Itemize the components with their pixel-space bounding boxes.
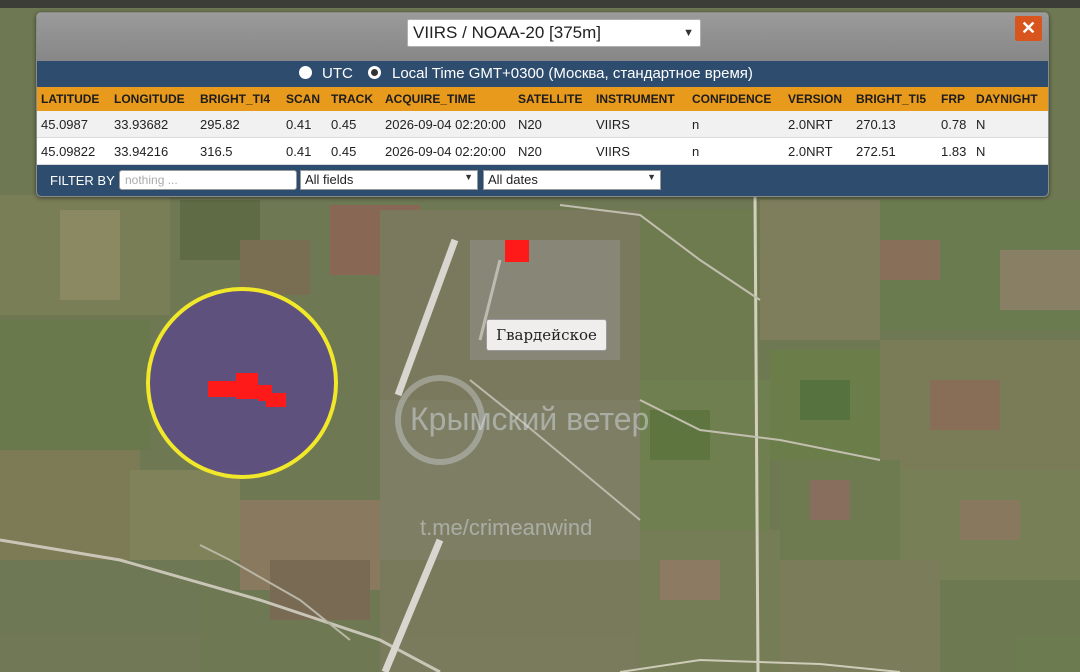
cell-confidence: n [692, 117, 700, 132]
watermark-url: t.me/crimeanwind [420, 515, 592, 540]
filter-bar: FILTER BY nothing ... All fields ▼ All d… [37, 165, 1048, 196]
table-row[interactable]: 45.09822 33.94216 316.5 0.41 0.45 2026-0… [37, 138, 1048, 165]
cell-daynight: N [976, 144, 986, 159]
cell-acquire-time: 2026-09-04 02:20:00 [385, 144, 506, 159]
cell-instrument: VIIRS [596, 144, 630, 159]
cell-confidence: n [692, 144, 700, 159]
cell-longitude: 33.94216 [114, 144, 169, 159]
col-acquire-time[interactable]: ACQUIRE_TIME [385, 92, 476, 106]
cell-satellite: N20 [518, 117, 542, 132]
cell-version: 2.0NRT [788, 144, 833, 159]
table-header: LATITUDE LONGITUDE BRIGHT_TI4 SCAN TRACK… [37, 87, 1048, 111]
col-instrument[interactable]: INSTRUMENT [596, 92, 675, 106]
local-time-radio[interactable] [368, 66, 381, 79]
cell-bright-ti4: 295.82 [200, 117, 240, 132]
cell-bright-ti5: 272.51 [856, 144, 896, 159]
col-confidence[interactable]: CONFIDENCE [692, 92, 771, 106]
cell-instrument: VIIRS [596, 117, 630, 132]
table-row[interactable]: 45.0987 33.93682 295.82 0.41 0.45 2026-0… [37, 111, 1048, 138]
place-label: Гвардейское [486, 319, 607, 351]
chevron-down-icon: ▼ [464, 172, 473, 182]
watermark-text: Крымский ветер [410, 401, 649, 437]
col-bright-ti4[interactable]: BRIGHT_TI4 [200, 92, 270, 106]
cell-bright-ti5: 270.13 [856, 117, 896, 132]
col-scan[interactable]: SCAN [286, 92, 320, 106]
cell-daynight: N [976, 117, 986, 132]
filter-input[interactable]: nothing ... [119, 170, 297, 190]
cell-scan: 0.41 [286, 144, 312, 159]
utc-label: UTC [322, 65, 353, 82]
filter-label: FILTER BY [50, 173, 115, 188]
cell-longitude: 33.93682 [114, 117, 169, 132]
panel-header: VIIRS / NOAA-20 [375m] ▼ ✕ [37, 13, 1048, 61]
layer-select[interactable]: VIIRS / NOAA-20 [375m] ▼ [407, 19, 701, 47]
cell-bright-ti4: 316.5 [200, 144, 233, 159]
utc-radio[interactable] [299, 66, 312, 79]
cell-version: 2.0NRT [788, 117, 833, 132]
col-latitude[interactable]: LATITUDE [41, 92, 99, 106]
close-icon: ✕ [1020, 18, 1037, 38]
cell-frp: 0.78 [941, 117, 967, 132]
cell-acquire-time: 2026-09-04 02:20:00 [385, 117, 506, 132]
layer-select-value: VIIRS / NOAA-20 [375m] [413, 23, 602, 42]
col-longitude[interactable]: LONGITUDE [114, 92, 185, 106]
col-satellite[interactable]: SATELLITE [518, 92, 582, 106]
cell-frp: 1.83 [941, 144, 967, 159]
fields-select-value: All fields [305, 172, 354, 187]
col-frp[interactable]: FRP [941, 92, 965, 106]
chevron-down-icon: ▼ [647, 172, 656, 182]
cell-latitude: 45.09822 [41, 144, 96, 159]
cell-scan: 0.41 [286, 117, 312, 132]
cell-track: 0.45 [331, 117, 357, 132]
map-top-strip [0, 0, 1080, 8]
cell-latitude: 45.0987 [41, 117, 88, 132]
col-version[interactable]: VERSION [788, 92, 842, 106]
cell-satellite: N20 [518, 144, 542, 159]
fields-select[interactable]: All fields ▼ [300, 170, 478, 190]
dates-select[interactable]: All dates ▼ [483, 170, 661, 190]
cell-track: 0.45 [331, 144, 357, 159]
timezone-selector: UTC Local Time GMT+0300 (Москва, стандар… [37, 61, 1048, 87]
dates-select-value: All dates [488, 172, 538, 187]
chevron-down-icon: ▼ [683, 27, 694, 39]
col-daynight[interactable]: DAYNIGHT [976, 92, 1038, 106]
close-button[interactable]: ✕ [1015, 16, 1042, 41]
fire-info-panel: VIIRS / NOAA-20 [375m] ▼ ✕ UTC Local Tim… [36, 12, 1049, 197]
local-time-label: Local Time GMT+0300 (Москва, стандартное… [392, 65, 753, 82]
filter-input-placeholder: nothing ... [125, 173, 178, 187]
col-bright-ti5[interactable]: BRIGHT_TI5 [856, 92, 926, 106]
col-track[interactable]: TRACK [331, 92, 373, 106]
